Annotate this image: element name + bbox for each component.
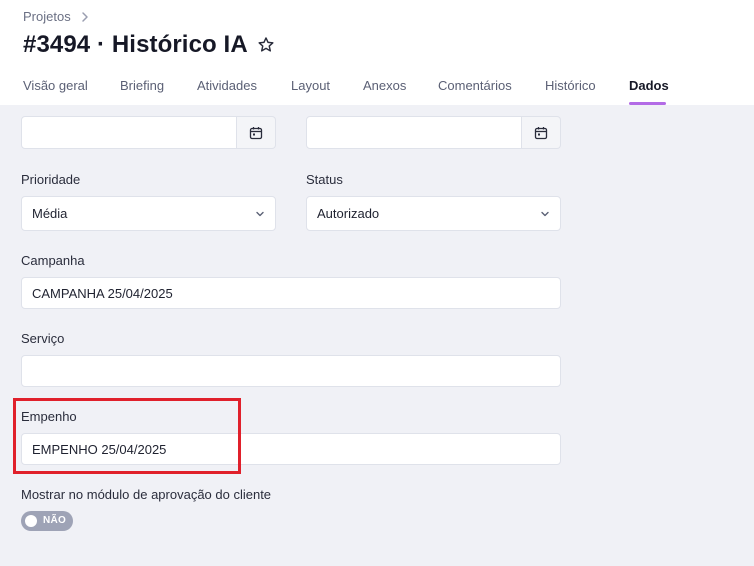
campanha-input[interactable] bbox=[21, 277, 561, 309]
active-tab-indicator bbox=[629, 102, 666, 105]
tab-anexos[interactable]: Anexos bbox=[363, 78, 406, 93]
breadcrumb: Projetos bbox=[23, 9, 91, 24]
tab-briefing[interactable]: Briefing bbox=[120, 78, 164, 93]
date-start-input[interactable] bbox=[21, 116, 237, 149]
calendar-icon bbox=[534, 126, 548, 139]
status-select[interactable]: Autorizado bbox=[306, 196, 561, 231]
prioridade-label: Prioridade bbox=[21, 172, 81, 187]
tab-historico[interactable]: Histórico bbox=[545, 78, 596, 93]
tab-atividades[interactable]: Atividades bbox=[197, 78, 257, 93]
date-end-picker-button[interactable] bbox=[522, 116, 561, 149]
date-end-input[interactable] bbox=[306, 116, 522, 149]
chevron-down-icon bbox=[541, 211, 549, 216]
tab-comentarios[interactable]: Comentários bbox=[438, 78, 512, 93]
empenho-input[interactable] bbox=[21, 433, 561, 465]
calendar-icon bbox=[249, 126, 263, 139]
tab-dados[interactable]: Dados bbox=[629, 78, 669, 93]
tab-visao-geral[interactable]: Visão geral bbox=[23, 78, 88, 93]
breadcrumb-projetos-link[interactable]: Projetos bbox=[23, 9, 71, 24]
mostrar-modulo-label: Mostrar no módulo de aprovação do client… bbox=[21, 487, 272, 502]
mostrar-modulo-toggle[interactable]: NÃO bbox=[21, 511, 73, 531]
prioridade-select[interactable]: Média bbox=[21, 196, 276, 231]
campanha-label: Campanha bbox=[21, 253, 85, 268]
chevron-right-icon bbox=[81, 11, 88, 22]
toggle-knob bbox=[25, 515, 37, 527]
title-row: #3494 · Histórico IA bbox=[23, 31, 275, 59]
page-header: Projetos #3494 · Histórico IA Visão gera… bbox=[0, 0, 754, 105]
date-start-picker-button[interactable] bbox=[237, 116, 276, 149]
status-value: Autorizado bbox=[317, 206, 380, 221]
prioridade-value: Média bbox=[32, 206, 68, 221]
star-icon[interactable] bbox=[257, 36, 275, 54]
chevron-down-icon bbox=[256, 211, 264, 216]
servico-label: Serviço bbox=[21, 331, 65, 346]
tab-bar: Visão geral Briefing Atividades Layout A… bbox=[0, 74, 754, 105]
servico-input[interactable] bbox=[21, 355, 561, 387]
empenho-label: Empenho bbox=[21, 409, 77, 424]
status-label: Status bbox=[306, 172, 343, 187]
tab-layout[interactable]: Layout bbox=[291, 78, 330, 93]
toggle-state-text: NÃO bbox=[43, 515, 67, 526]
page-title: #3494 · Histórico IA bbox=[23, 31, 248, 58]
